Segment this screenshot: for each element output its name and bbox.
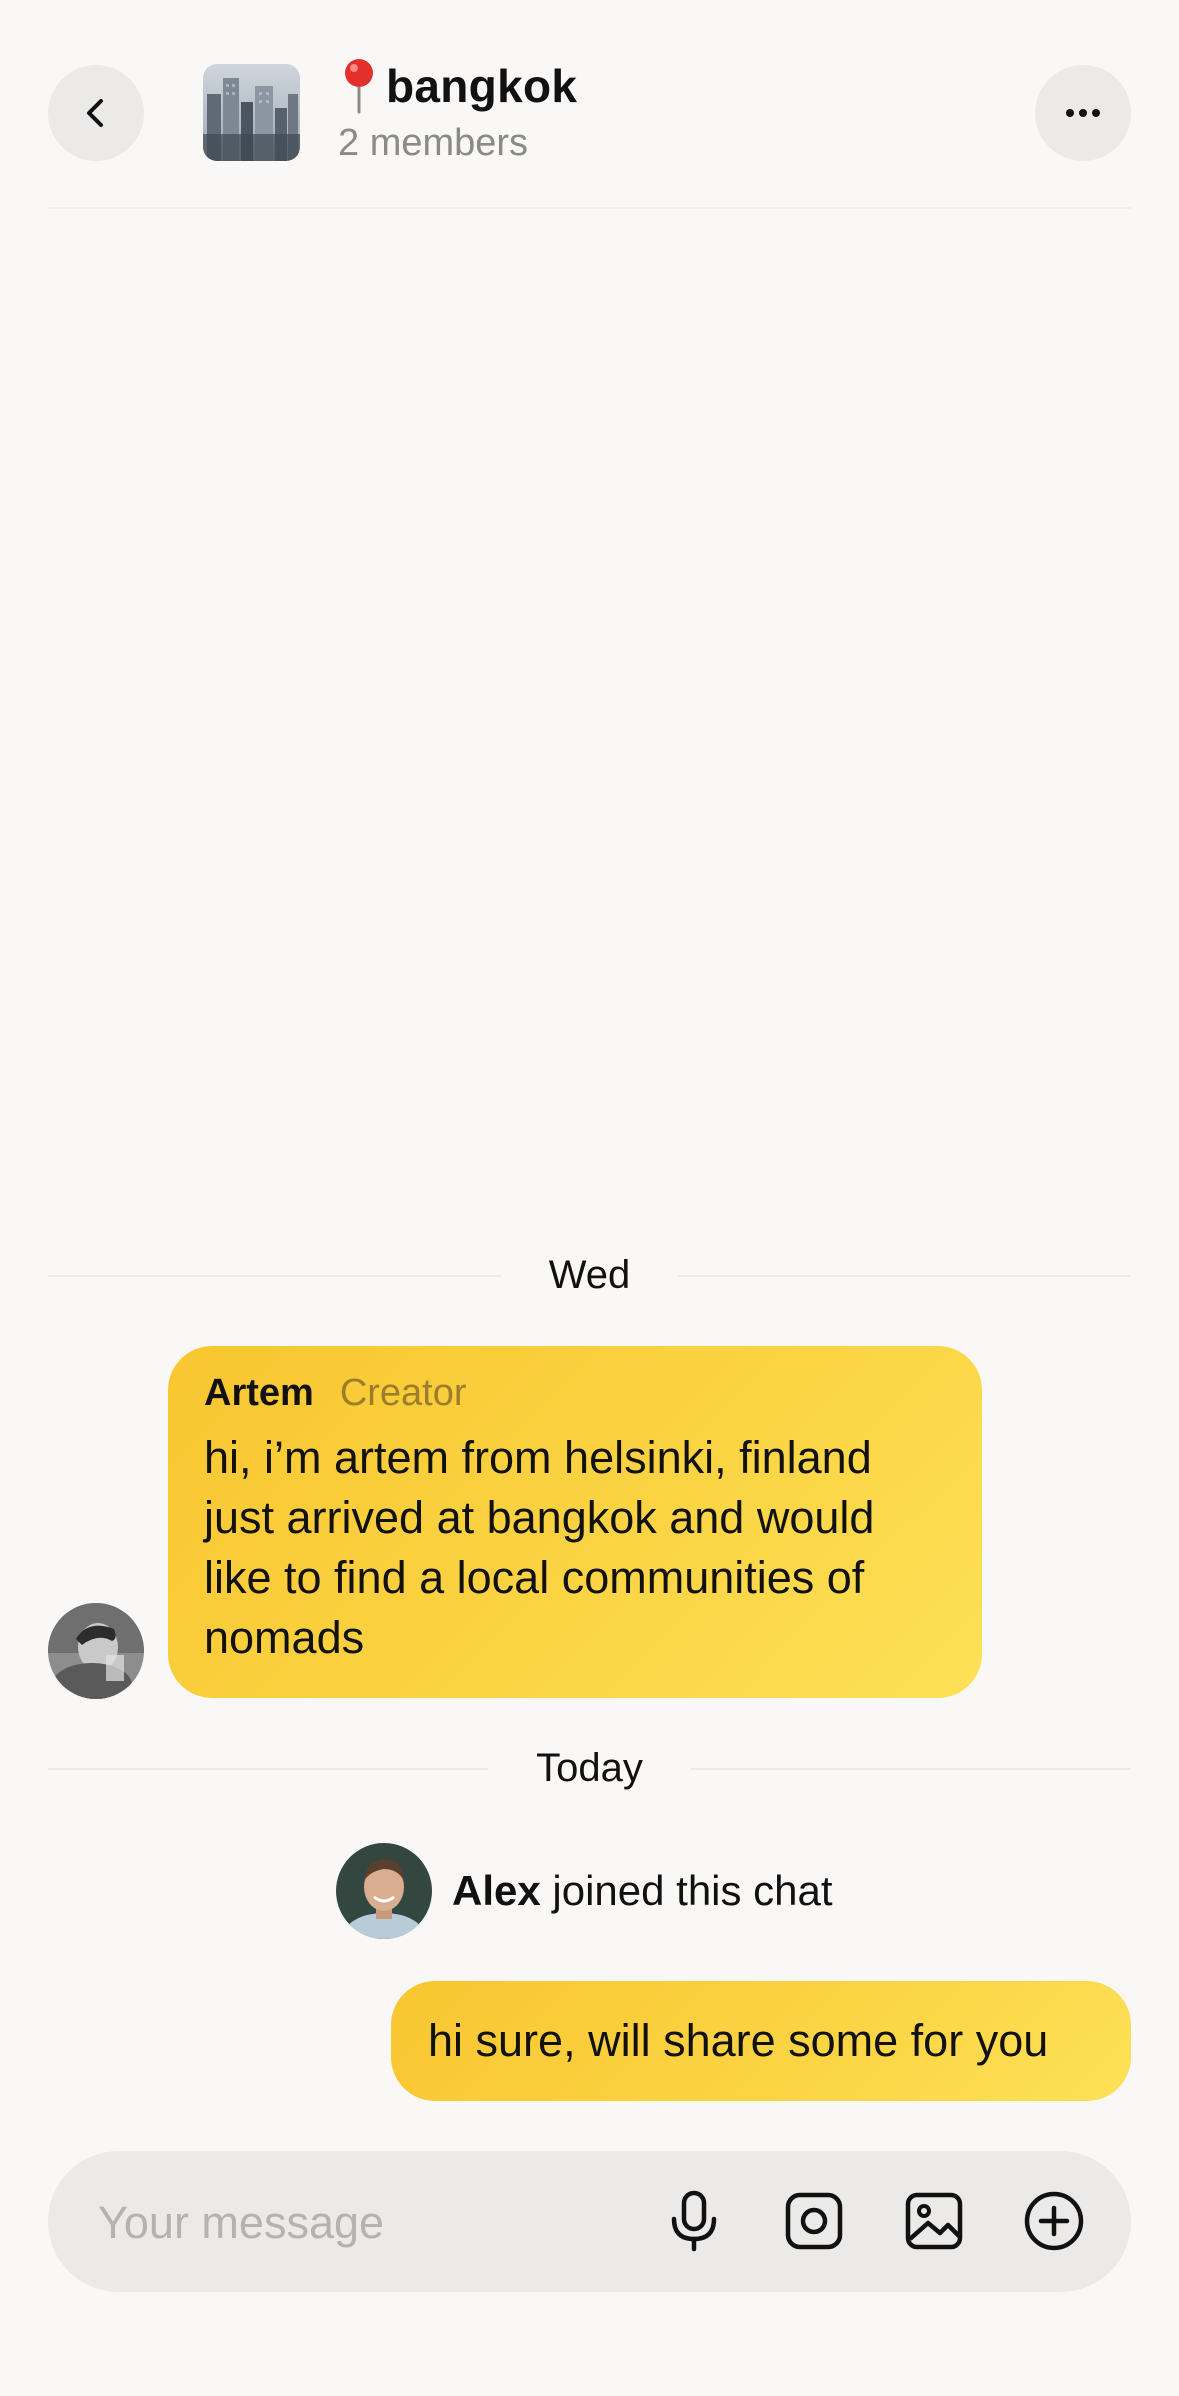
sender-name[interactable]: Artem	[204, 1372, 314, 1415]
voice-message-button[interactable]	[654, 2181, 734, 2261]
alex-avatar[interactable]	[336, 1843, 432, 1939]
user-photo-image	[48, 1603, 144, 1699]
message-text: hi sure, will share some for you	[428, 2015, 1049, 2066]
join-text: Alex joined this chat	[452, 1867, 833, 1914]
round-pushpin-icon	[345, 59, 373, 114]
plus-circle-icon	[1024, 2191, 1084, 2251]
gallery-button[interactable]	[894, 2181, 974, 2261]
chat-title-block[interactable]: bangkok 2 members	[338, 54, 577, 166]
more-horizontal-icon	[1066, 109, 1100, 117]
chat-title: bangkok	[386, 60, 578, 112]
date-separator: Today	[48, 1743, 1131, 1793]
members-count: 2 members	[338, 122, 529, 164]
incoming-message-bubble[interactable]: Artem Creator hi, i’m artem from helsink…	[168, 1346, 982, 1698]
message-text: hi, i’m artem from helsinki, finland jus…	[204, 1432, 875, 1663]
attach-more-button[interactable]	[1014, 2181, 1094, 2261]
system-join-notice: Alex joined this chat	[336, 1843, 833, 1939]
chat-header: bangkok 2 members	[0, 0, 1179, 209]
city-skyline-image	[203, 64, 300, 161]
camera-icon	[785, 2192, 843, 2250]
outgoing-message-bubble[interactable]: hi sure, will share some for you	[391, 1981, 1131, 2101]
camera-button[interactable]	[774, 2181, 854, 2261]
header-divider	[48, 207, 1131, 209]
gallery-icon	[905, 2192, 963, 2250]
date-label: Today	[488, 1746, 691, 1790]
message-input[interactable]	[96, 2187, 620, 2259]
sender-role-badge: Creator	[339, 1372, 467, 1414]
user-photo-image	[336, 1843, 432, 1939]
microphone-icon	[671, 2190, 717, 2252]
date-label: Wed	[500, 1253, 679, 1297]
message-composer	[48, 2151, 1131, 2292]
group-avatar[interactable]	[203, 64, 300, 161]
more-options-button[interactable]	[1035, 65, 1131, 161]
artem-avatar[interactable]	[48, 1603, 144, 1699]
joined-user-name[interactable]: Alex	[452, 1867, 541, 1914]
date-separator: Wed	[48, 1250, 1131, 1300]
back-button[interactable]	[48, 65, 144, 161]
chevron-left-icon	[87, 99, 103, 127]
